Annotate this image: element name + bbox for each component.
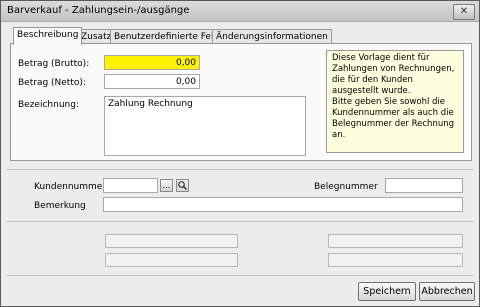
status-field bbox=[328, 253, 463, 267]
tab-beschreibung[interactable]: Beschreibung bbox=[13, 27, 83, 45]
window-title: Barverkauf - Zahlungsein-/ausgänge bbox=[7, 5, 190, 16]
status-field bbox=[105, 234, 238, 248]
magnifier-glyph bbox=[178, 181, 187, 190]
status-field bbox=[105, 253, 238, 267]
close-button[interactable]: ✕ bbox=[453, 4, 475, 20]
dialog-window: Barverkauf - Zahlungsein-/ausgänge ✕ Bes… bbox=[0, 0, 480, 307]
belegnummer-field[interactable] bbox=[385, 178, 463, 193]
brutto-field[interactable]: 0,00 bbox=[104, 55, 200, 70]
cancel-button[interactable]: Abbrechen bbox=[419, 282, 475, 301]
browse-button[interactable]: ... bbox=[160, 179, 173, 192]
tab-aenderungsinformationen[interactable]: Änderungsinformationen bbox=[212, 29, 332, 44]
save-button[interactable]: Speichern bbox=[358, 282, 416, 301]
status-field bbox=[328, 234, 463, 248]
bezeichnung-label: Bezeichnung: bbox=[18, 100, 79, 110]
tab-panel: Betrag (Brutto): 0,00 Betrag (Netto): 0,… bbox=[10, 43, 472, 161]
bemerkung-label: Bemerkung bbox=[34, 201, 86, 211]
separator bbox=[7, 221, 473, 222]
bemerkung-field[interactable] bbox=[103, 197, 463, 212]
separator bbox=[7, 275, 473, 276]
separator bbox=[7, 169, 473, 170]
kundennummer-field[interactable] bbox=[103, 178, 158, 193]
netto-label: Betrag (Netto): bbox=[18, 78, 86, 88]
belegnummer-label: Belegnummer bbox=[314, 182, 378, 192]
netto-field[interactable]: 0,00 bbox=[104, 74, 200, 89]
brutto-label: Betrag (Brutto): bbox=[18, 59, 90, 69]
kundennummer-label: Kundennummer bbox=[34, 182, 106, 192]
info-box: Diese Vorlage dient für Zahlungen von Re… bbox=[326, 50, 464, 153]
search-icon[interactable] bbox=[176, 179, 189, 192]
title-bar[interactable]: Barverkauf - Zahlungsein-/ausgänge ✕ bbox=[1, 1, 479, 22]
bezeichnung-field[interactable]: Zahlung Rechnung bbox=[104, 96, 306, 156]
